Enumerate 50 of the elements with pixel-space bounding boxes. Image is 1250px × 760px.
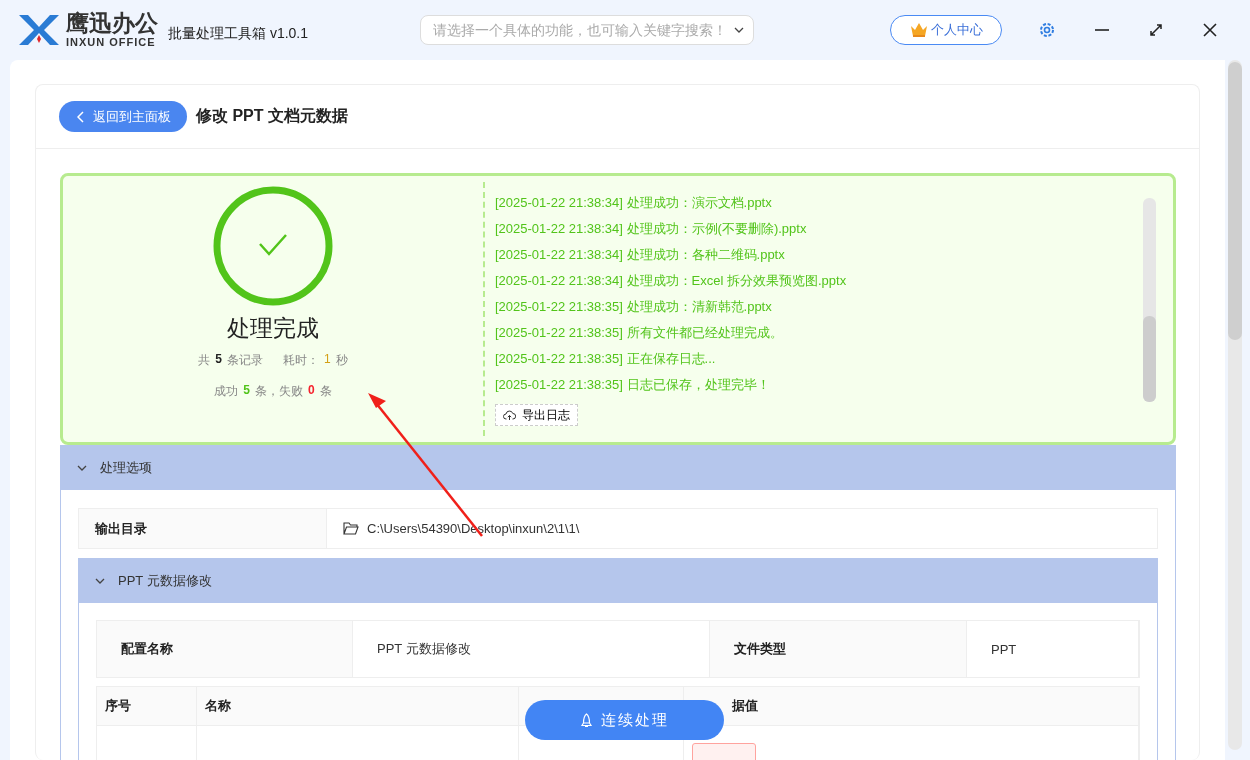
log-line: [2025-01-22 21:38:35] 正在保存日志... [495,350,717,368]
table-cell: PPT [967,621,1139,677]
close-icon[interactable] [1202,22,1219,38]
column-header: 序号 [97,687,197,726]
success-check-icon [212,185,334,307]
search-field[interactable]: 请选择一个具体的功能，也可输入关键字搜索！ [420,15,755,45]
status-title: 处理完成 [227,314,319,343]
section-header[interactable]: 处理选项 [60,445,1176,490]
field-label: 输出目录 [79,509,327,548]
scrollbar[interactable] [1143,198,1156,402]
log-line: [2025-01-22 21:38:34] 处理成功：演示文档.pptx [495,194,773,212]
stat-text: 耗时： [283,352,319,369]
section-header[interactable]: PPT 元数据修改 [78,558,1158,603]
stat-text: 成功 [214,383,239,400]
page-title: 修改 PPT 文档元数据 [196,106,348,126]
column-header: 名称 [197,687,519,726]
log-line: [2025-01-22 21:38:34] 处理成功：Excel 拆分效果预览图.pptx [495,272,848,290]
maximize-icon[interactable] [1148,22,1165,38]
table-header-cell: 文件类型 [710,621,967,677]
bell-icon [580,712,593,728]
account-button[interactable]: 个人中心 [890,15,1003,45]
stat-text: 5 [243,383,250,399]
log-line: [2025-01-22 21:38:35] 处理成功：清新韩范.pptx [495,298,773,316]
stat-text: 5 [215,352,222,368]
log-line: [2025-01-22 21:38:35] 日志已保存，处理完毕！ [495,376,771,394]
stat-text: 条，失败 [255,383,303,400]
settings-icon[interactable] [1038,21,1057,39]
log-line: [2025-01-22 21:38:35] 所有文件都已经处理完成。 [495,324,784,342]
export-log-button[interactable]: 导出日志 [495,404,578,426]
stat-text: 条记录 [227,352,263,369]
stat-text: 共 [198,352,211,369]
stat-text: 条 [319,383,332,400]
stat-text: 秒 [335,352,348,369]
log-line: [2025-01-22 21:38:34] 处理成功：示例(不要删除).pptx [495,220,808,238]
crown-icon [909,22,928,38]
stat-text: 1 [324,352,331,368]
logo-icon [18,13,60,47]
column-header: 据值 [684,687,1139,726]
cloud-upload-icon [503,409,516,421]
brand-name: 鹰迅办公 [66,12,158,35]
app-title: 批量处理工具箱 v1.0.1 [168,25,309,43]
stat-text: 0 [308,383,315,399]
table-header-cell: 配置名称 [97,621,353,677]
continue-button[interactable]: 连续处理 [525,700,724,740]
value-tag [692,743,756,760]
scrollbar[interactable] [1228,60,1242,750]
folder-icon [343,522,359,535]
back-button[interactable]: 返回到主面板 [59,101,187,132]
log-line: [2025-01-22 21:38:34] 处理成功：各种二维码.pptx [495,246,786,264]
brand-subtitle: INXUN OFFICE [66,37,157,48]
